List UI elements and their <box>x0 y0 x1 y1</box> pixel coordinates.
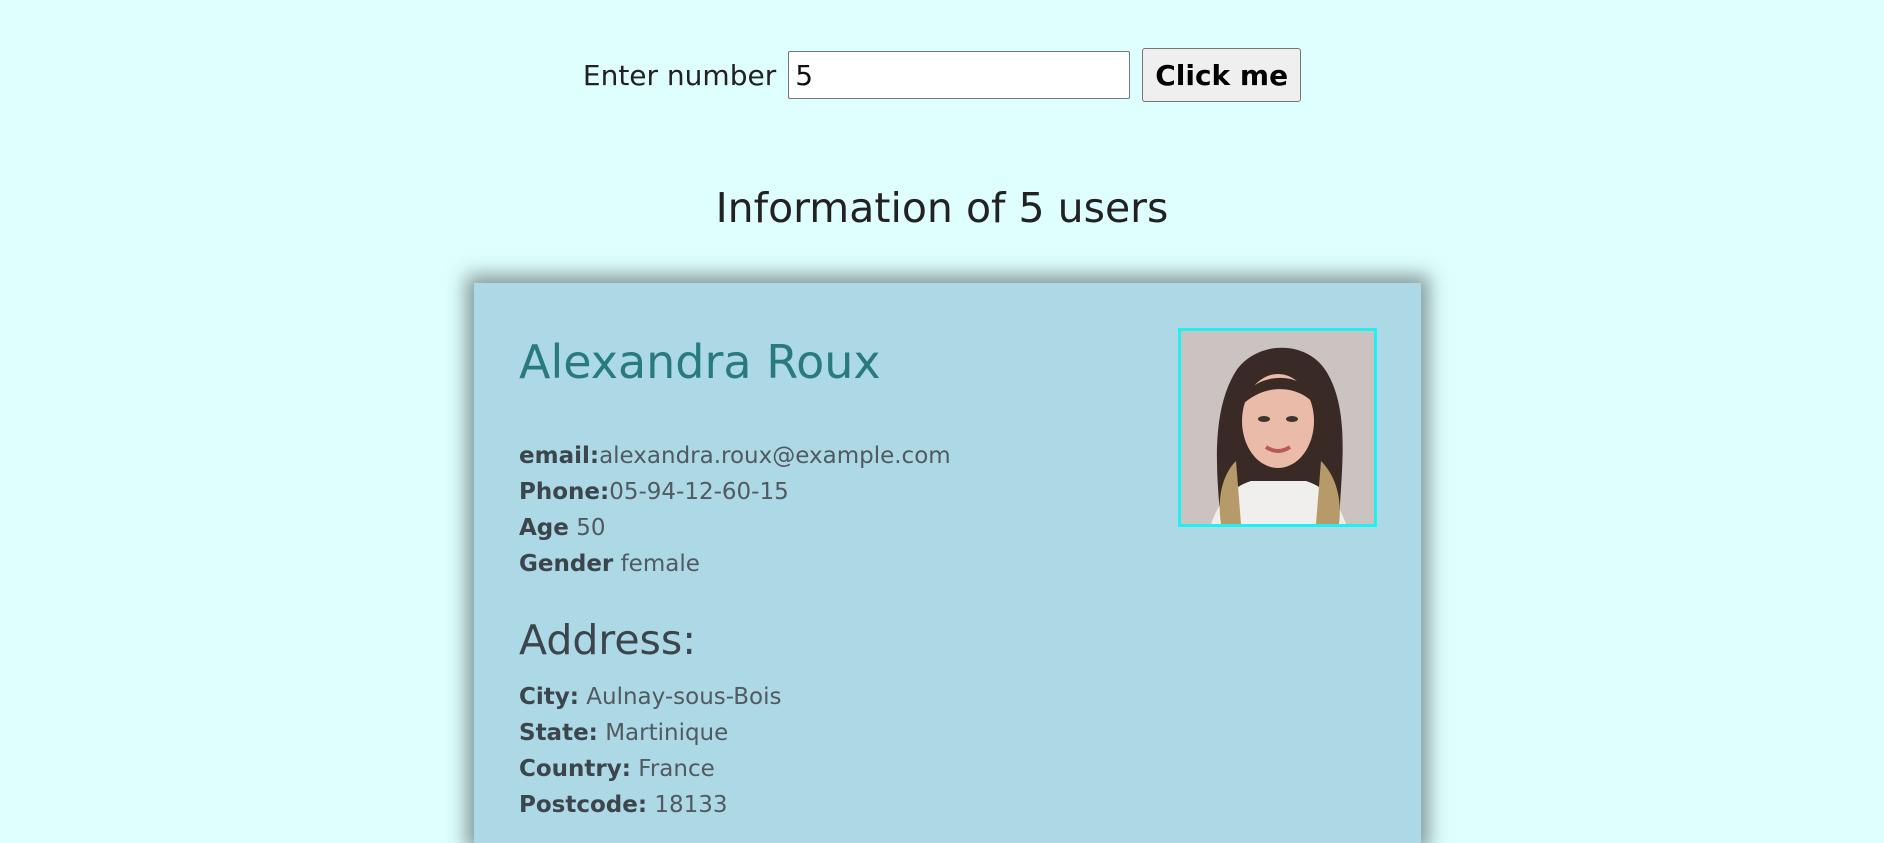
email-value: alexandra.roux@example.com <box>599 443 951 469</box>
city-label: City: <box>519 684 579 710</box>
number-form: Enter number Click me <box>0 48 1884 102</box>
phone-value: 05-94-12-60-15 <box>609 479 789 505</box>
age-row: Age 50 <box>519 510 951 546</box>
click-me-button[interactable]: Click me <box>1142 48 1302 102</box>
email-row: email:alexandra.roux@example.com <box>519 438 951 474</box>
age-label: Age <box>519 515 569 541</box>
users-info-heading: Information of 5 users <box>715 184 1169 232</box>
city-row: City: Aulnay-sous-Bois <box>519 679 781 715</box>
age-value: 50 <box>576 515 606 541</box>
city-value: Aulnay-sous-Bois <box>586 684 782 710</box>
state-row: State: Martinique <box>519 715 781 751</box>
email-label: email: <box>519 443 600 469</box>
address-heading: Address: <box>519 616 697 664</box>
phone-label: Phone: <box>519 479 610 505</box>
user-card: Alexandra Roux email:alexandra.roux@exam… <box>474 283 1421 843</box>
address-details: City: Aulnay-sous-Bois State: Martinique… <box>519 679 781 823</box>
phone-row: Phone:05-94-12-60-15 <box>519 474 951 510</box>
user-avatar <box>1178 328 1377 527</box>
avatar-photo-icon <box>1181 331 1374 524</box>
gender-label: Gender <box>519 551 614 577</box>
gender-row: Gender female <box>519 546 951 582</box>
user-details: email:alexandra.roux@example.com Phone:0… <box>519 438 951 582</box>
gender-value: female <box>620 551 700 577</box>
country-label: Country: <box>519 756 631 782</box>
postcode-value: 18133 <box>654 792 728 818</box>
state-value: Martinique <box>605 720 729 746</box>
state-label: State: <box>519 720 598 746</box>
user-name: Alexandra Roux <box>519 335 881 389</box>
number-input[interactable] <box>788 51 1131 99</box>
postcode-row: Postcode: 18133 <box>519 787 781 823</box>
postcode-label: Postcode: <box>519 792 648 818</box>
enter-number-label: Enter number <box>582 58 777 92</box>
country-value: France <box>638 756 715 782</box>
country-row: Country: France <box>519 751 781 787</box>
